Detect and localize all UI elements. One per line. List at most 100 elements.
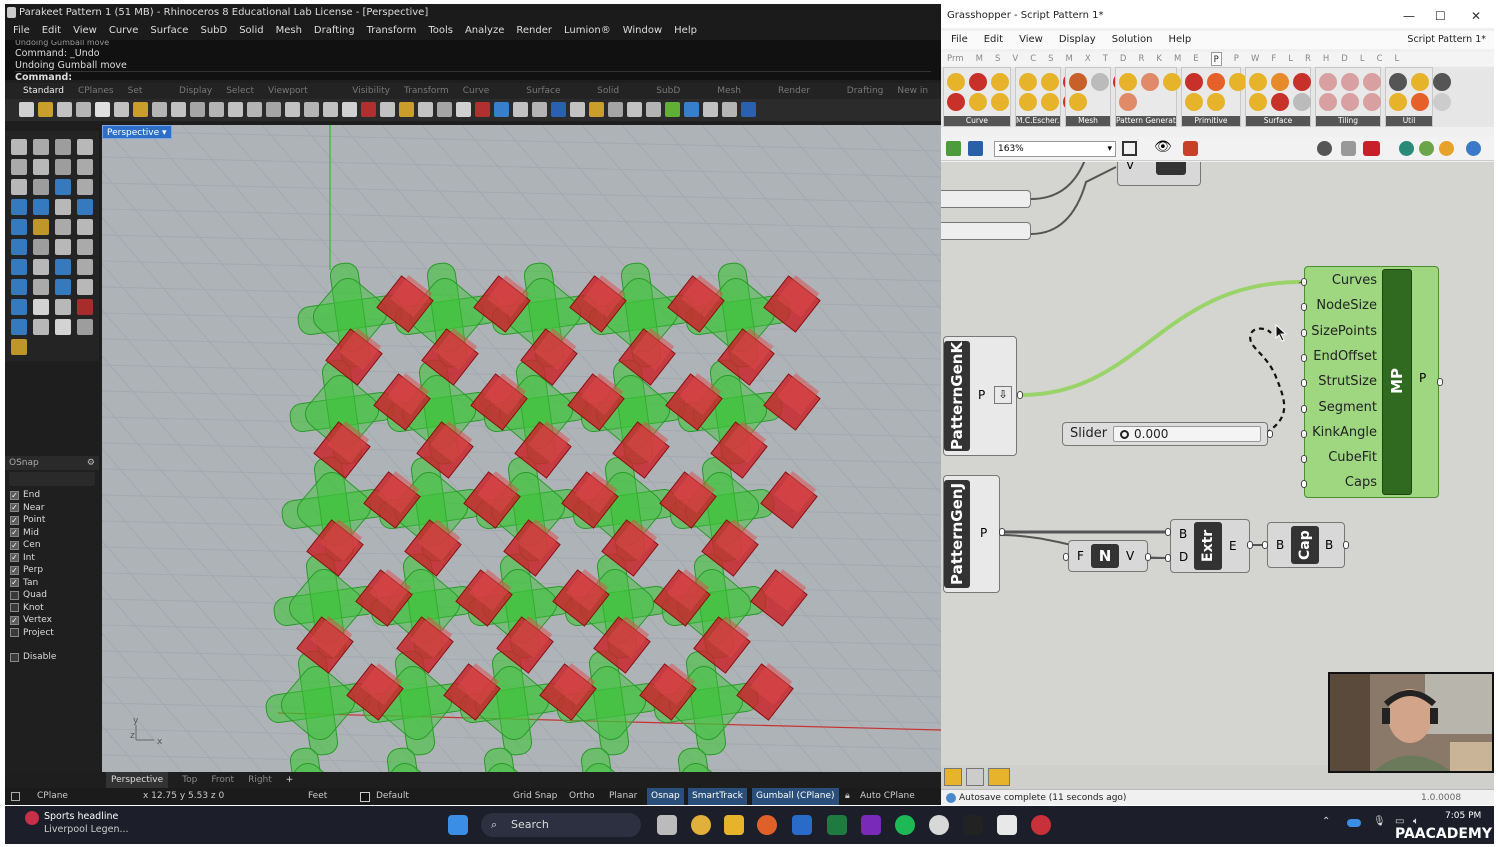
toolbar-tool-icon[interactable]	[304, 102, 319, 117]
menu-surface[interactable]: Surface	[150, 22, 188, 40]
gh-menu-edit[interactable]: Edit	[984, 31, 1003, 49]
palette-tool-icon[interactable]	[33, 219, 49, 235]
status-planar[interactable]: Planar	[609, 788, 637, 805]
display-icon-2[interactable]	[1419, 141, 1434, 156]
toolbar-tool-icon[interactable]	[152, 102, 167, 117]
maximize-icon[interactable]: ☐	[1435, 4, 1446, 28]
palette-tool-icon[interactable]	[33, 319, 49, 335]
gh-menu-view[interactable]: View	[1019, 31, 1043, 49]
gh-tab[interactable]: T	[1103, 52, 1108, 66]
palette-tool-icon[interactable]	[77, 159, 93, 175]
toolbar-tool-icon[interactable]	[513, 102, 528, 117]
cap-component[interactable]: B Cap B	[1267, 522, 1345, 568]
menu-tools[interactable]: Tools	[428, 22, 453, 40]
view-tab-right[interactable]: Right	[248, 772, 272, 788]
mp-input-port[interactable]	[1301, 455, 1307, 464]
minimize-icon[interactable]: —	[1403, 4, 1415, 28]
checkbox[interactable]	[10, 652, 19, 662]
extr-component[interactable]: B D Extr E	[1170, 519, 1250, 573]
checkbox[interactable]: ✓	[10, 553, 19, 563]
toolbar-tool-icon[interactable]	[76, 102, 91, 117]
osnap-row[interactable]: Project	[5, 627, 99, 640]
palette-tool-icon[interactable]	[11, 319, 27, 335]
menu-lumion[interactable]: Lumion®	[564, 22, 611, 40]
palette-tool-icon[interactable]	[55, 279, 71, 295]
toolbar-tool-icon[interactable]	[570, 102, 585, 117]
open-file-icon[interactable]	[946, 141, 961, 156]
osnap-row[interactable]: ✓ End	[5, 489, 99, 502]
excel-icon[interactable]	[827, 815, 847, 835]
lattice-pattern[interactable]	[257, 262, 821, 772]
gh-tab[interactable]: K	[1156, 52, 1162, 66]
gh-tab[interactable]: V	[1012, 52, 1018, 66]
gh-menu-file[interactable]: File	[951, 31, 968, 49]
gh-tab[interactable]: C	[1377, 52, 1383, 66]
gh-component-icon[interactable]	[1041, 93, 1059, 111]
mp-input-port[interactable]	[1301, 404, 1307, 413]
gh-menu-display[interactable]: Display	[1059, 31, 1096, 49]
gh-component-icon[interactable]	[1341, 93, 1359, 111]
toolbar-tool-icon[interactable]	[608, 102, 623, 117]
patterngenk-output-port[interactable]	[1017, 391, 1023, 399]
gh-tab[interactable]: D	[1120, 52, 1127, 66]
toolbar-tool-icon[interactable]	[133, 102, 148, 117]
gh-component-icon[interactable]	[1249, 93, 1267, 111]
menu-help[interactable]: Help	[674, 22, 697, 40]
gh-component-icon[interactable]	[1363, 73, 1381, 91]
gh-tab[interactable]: M	[1174, 52, 1181, 66]
osnap-row[interactable]: ✓ Cen	[5, 539, 99, 552]
menu-file[interactable]: File	[13, 22, 30, 40]
gh-component-icon[interactable]	[991, 73, 1009, 91]
toolbar-tool-icon[interactable]	[456, 102, 471, 117]
gh-component-icon[interactable]	[1163, 73, 1181, 91]
outlook-icon[interactable]	[792, 815, 812, 835]
checkbox[interactable]: ✓	[10, 503, 19, 513]
gh-component-icon[interactable]	[1207, 73, 1225, 91]
start-icon[interactable]	[448, 815, 468, 835]
v-component[interactable]: V	[1117, 162, 1201, 186]
gh-ribbon-group-label[interactable]: Surface	[1246, 116, 1310, 126]
display-icon-3[interactable]	[1439, 141, 1454, 156]
view-tab-top[interactable]: Top	[182, 772, 197, 788]
close-icon[interactable]: ✕	[1471, 4, 1481, 28]
gh-component-icon[interactable]	[1319, 73, 1337, 91]
gh-component-icon[interactable]	[1363, 93, 1381, 111]
gh-tab[interactable]: L	[1395, 52, 1400, 66]
checkbox[interactable]: ✓	[10, 528, 19, 538]
palette-tool-icon[interactable]	[11, 279, 27, 295]
menu-solid[interactable]: Solid	[239, 22, 263, 40]
app-icon[interactable]	[929, 815, 949, 835]
zoom-select[interactable]: 163% ▾	[994, 141, 1116, 157]
mp-input-port[interactable]	[1301, 379, 1307, 388]
toolbar-tool-icon[interactable]	[380, 102, 395, 117]
app-icon-2[interactable]	[963, 815, 983, 835]
gh-ribbon-group-label[interactable]: Curve	[944, 116, 1010, 126]
gh-component-icon[interactable]	[1389, 73, 1407, 91]
widget-icon-2[interactable]	[966, 768, 984, 786]
osnap-row[interactable]: ✓ Tan	[5, 577, 99, 590]
osnap-row[interactable]: Knot	[5, 602, 99, 615]
patterngenj-output-port[interactable]	[999, 528, 1005, 536]
toolbar-tool-icon[interactable]	[437, 102, 452, 117]
palette-tool-icon[interactable]	[77, 279, 93, 295]
toolbar-tool-icon[interactable]	[703, 102, 718, 117]
osnap-row[interactable]: ✓ Vertex	[5, 614, 99, 627]
status-layer[interactable]: Default	[376, 788, 409, 805]
tab-solid-tools[interactable]: Solid Tools	[597, 83, 642, 112]
palette-tool-icon[interactable]	[11, 179, 27, 195]
toolbar-tool-icon[interactable]	[19, 102, 34, 117]
status-osnap[interactable]: Osnap	[647, 788, 684, 805]
gh-component-icon[interactable]	[1433, 93, 1451, 111]
menu-window[interactable]: Window	[623, 22, 662, 40]
toolbar-tool-icon[interactable]	[494, 102, 509, 117]
osnap-row[interactable]: ✓ Near	[5, 502, 99, 515]
patterngenj-component[interactable]: PatternGenJ P	[943, 475, 1000, 593]
gh-ribbon-group-label[interactable]: Util	[1386, 116, 1432, 126]
widget-icon-3[interactable]	[988, 768, 1010, 786]
palette-tool-icon[interactable]	[55, 259, 71, 275]
gh-component-icon[interactable]	[969, 73, 987, 91]
tab-display[interactable]: Display	[179, 83, 212, 99]
palette-tool-icon[interactable]	[11, 159, 27, 175]
checkbox[interactable]: ✓	[10, 615, 19, 625]
toolbar-tool-icon[interactable]	[247, 102, 262, 117]
